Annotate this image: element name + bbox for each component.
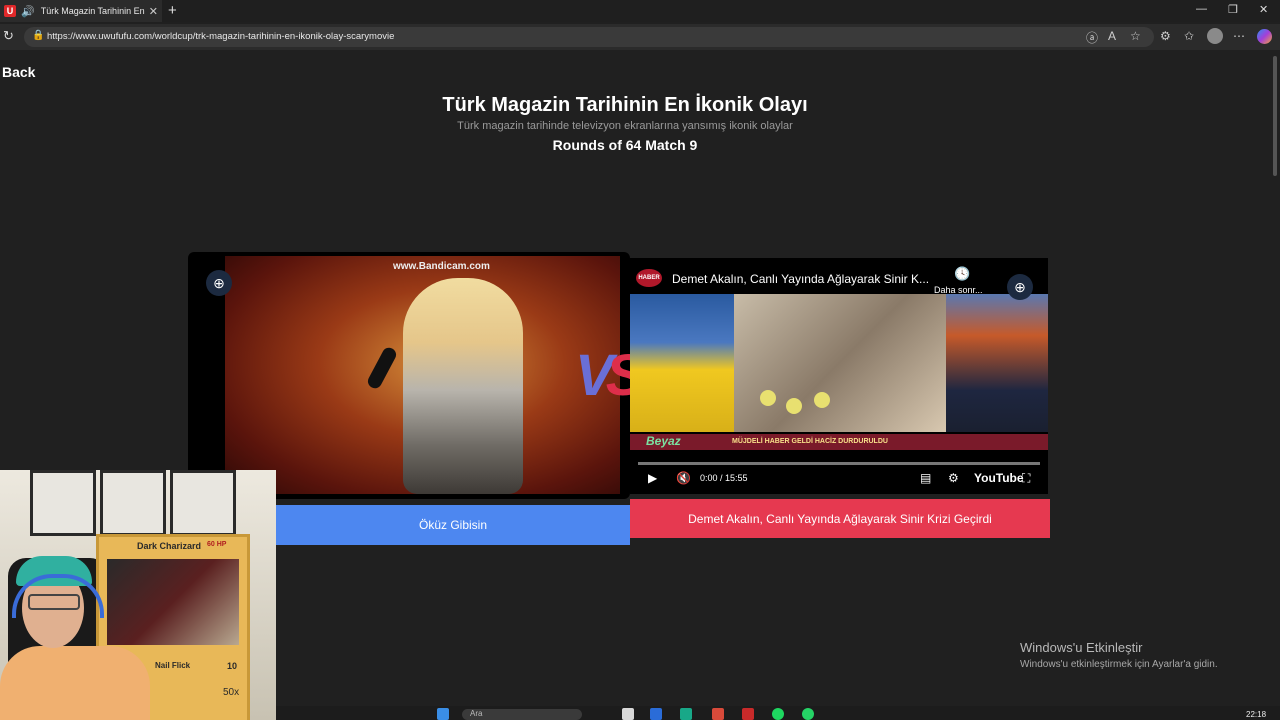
speaker-icon[interactable]: 🔊 bbox=[21, 5, 35, 18]
window-pane bbox=[100, 470, 166, 536]
youtube-video-title[interactable]: Demet Akalın, Canlı Yayında Ağlayarak Si… bbox=[672, 272, 929, 286]
left-choice-button[interactable]: Öküz Gibisin bbox=[276, 505, 630, 545]
url-field[interactable]: 🔒 https://www.uwufufu.com/worldcup/trk-m… bbox=[24, 27, 1154, 47]
close-tab-icon[interactable]: ✕ bbox=[149, 5, 158, 18]
minimize-icon[interactable]: — bbox=[1196, 3, 1207, 15]
file-explorer-icon[interactable] bbox=[622, 708, 634, 720]
card-attack: Nail Flick bbox=[155, 661, 191, 670]
card-name: Dark Charizard bbox=[137, 541, 202, 551]
translate-icon[interactable]: ⓐ bbox=[1086, 29, 1098, 46]
browser-app-icon[interactable] bbox=[680, 708, 692, 720]
vs-label: VS bbox=[575, 342, 644, 409]
back-link[interactable]: Back bbox=[2, 64, 35, 80]
favorites-icon[interactable]: ✩ bbox=[1184, 29, 1194, 43]
spotify-icon[interactable] bbox=[772, 708, 784, 720]
window-pane bbox=[30, 470, 96, 536]
card-multiplier: 50x bbox=[223, 687, 240, 698]
extensions-icon[interactable]: ⚙ bbox=[1160, 29, 1171, 43]
right-zoom-icon[interactable]: ⊕ bbox=[1007, 274, 1033, 300]
taskbar-clock: 22:18 bbox=[1246, 710, 1267, 719]
youtube-logo[interactable]: YouTube bbox=[974, 471, 1024, 485]
bandicam-watermark: www.Bandicam.com bbox=[393, 261, 490, 272]
scene-host bbox=[630, 294, 734, 432]
play-icon[interactable]: ▶ bbox=[648, 471, 657, 485]
scene-ball bbox=[760, 390, 776, 406]
copilot-icon[interactable] bbox=[1257, 29, 1272, 44]
news-ticker: Beyaz MÜJDELİ HABER GELDİ HACİZ DURDURUL… bbox=[630, 434, 1048, 450]
page-scrollbar-thumb[interactable] bbox=[1273, 56, 1277, 176]
more-menu-icon[interactable]: ⋯ bbox=[1233, 29, 1245, 43]
app-icon[interactable] bbox=[712, 708, 724, 720]
taskbar-search[interactable]: Ara bbox=[462, 709, 582, 720]
profile-avatar[interactable] bbox=[1207, 28, 1223, 44]
video-progress-bar[interactable] bbox=[638, 462, 1040, 465]
settings-gear-icon[interactable]: ⚙ bbox=[948, 471, 959, 485]
video-time: 0:00 / 15:55 bbox=[700, 473, 748, 483]
browser-tab[interactable]: U 🔊 Türk Magazin Tarihinin En İkonik Ola… bbox=[0, 0, 162, 22]
card-hp: 60 HP bbox=[207, 541, 227, 548]
read-aloud-icon[interactable]: A bbox=[1108, 29, 1116, 43]
round-indicator: Rounds of 64 Match 9 bbox=[552, 137, 698, 153]
taskbar-search-text: Ara bbox=[470, 709, 483, 718]
card-artwork bbox=[107, 559, 239, 645]
webcam-overlay: Dark Charizard 60 HP Nail Flick 10 50x bbox=[0, 470, 276, 720]
obs-icon[interactable] bbox=[742, 708, 754, 720]
right-choice-button[interactable]: Demet Akalın, Canlı Yayında Ağlayarak Si… bbox=[630, 499, 1050, 538]
channel-logo[interactable]: HABER bbox=[636, 269, 662, 287]
favorite-star-icon[interactable]: ☆ bbox=[1130, 29, 1141, 43]
new-tab-icon[interactable]: + bbox=[168, 2, 177, 19]
vs-v: V bbox=[575, 343, 614, 408]
scene-presenter bbox=[946, 294, 1048, 432]
fullscreen-icon[interactable]: ⛶ bbox=[1022, 471, 1030, 486]
window-pane bbox=[170, 470, 236, 536]
singer-figure bbox=[403, 278, 523, 494]
restore-icon[interactable]: ❐ bbox=[1228, 3, 1238, 16]
watch-later-label[interactable]: Daha sonr... bbox=[934, 285, 983, 295]
ticker-text: MÜJDELİ HABER GELDİ HACİZ DURDURULDU bbox=[732, 438, 888, 445]
mute-icon[interactable]: 🔇 bbox=[676, 471, 691, 485]
windows-start-icon[interactable] bbox=[437, 708, 449, 720]
program-name: Beyaz bbox=[646, 434, 681, 448]
whatsapp-icon[interactable] bbox=[802, 708, 814, 720]
card-damage: 10 bbox=[227, 661, 238, 671]
page-title: Türk Magazin Tarihinin En İkonik Olayı bbox=[442, 94, 808, 116]
reload-icon[interactable]: ↻ bbox=[3, 28, 14, 44]
address-bar-row: ↻ 🔒 https://www.uwufufu.com/worldcup/trk… bbox=[0, 24, 1280, 50]
scene-ball bbox=[786, 398, 802, 414]
right-video-frame[interactable]: Beyaz MÜJDELİ HABER GELDİ HACİZ DURDURUL… bbox=[630, 258, 1048, 494]
microphone bbox=[365, 345, 399, 391]
edge-icon[interactable] bbox=[650, 708, 662, 720]
lock-icon[interactable]: 🔒 bbox=[32, 30, 44, 41]
close-window-icon[interactable]: ✕ bbox=[1259, 3, 1268, 16]
page-subtitle: Türk magazin tarihinde televizyon ekranl… bbox=[457, 120, 793, 132]
url-text: https://www.uwufufu.com/worldcup/trk-mag… bbox=[47, 31, 395, 42]
glasses bbox=[28, 594, 80, 610]
scene-couple bbox=[734, 294, 946, 432]
left-video[interactable]: www.Bandicam.com bbox=[225, 256, 620, 494]
youtube-video-scene[interactable] bbox=[630, 294, 1048, 432]
youtube-controls: ▶ 🔇 0:00 / 15:55 ▤ ⚙ YouTube ⛶ bbox=[630, 458, 1048, 494]
youtube-title-bar: HABER Demet Akalın, Canlı Yayında Ağlaya… bbox=[630, 258, 1048, 295]
left-video-frame[interactable]: www.Bandicam.com ⊕ bbox=[188, 252, 630, 499]
left-zoom-icon[interactable]: ⊕ bbox=[206, 270, 232, 296]
windows-activate-title: Windows'u Etkinleştir bbox=[1020, 640, 1143, 655]
watch-later-icon[interactable]: 🕓 bbox=[954, 266, 970, 282]
streamer-shirt bbox=[0, 646, 150, 720]
tab-title: Türk Magazin Tarihinin En İkonik Olayı bbox=[40, 6, 145, 16]
site-favicon-icon: U bbox=[4, 5, 16, 17]
tab-bar: U 🔊 Türk Magazin Tarihinin En İkonik Ola… bbox=[0, 0, 1280, 22]
windows-activate-subtitle: Windows'u etkinleştirmek için Ayarlar'a … bbox=[1020, 659, 1218, 670]
scene-ball bbox=[814, 392, 830, 408]
subtitles-icon[interactable]: ▤ bbox=[920, 471, 931, 485]
